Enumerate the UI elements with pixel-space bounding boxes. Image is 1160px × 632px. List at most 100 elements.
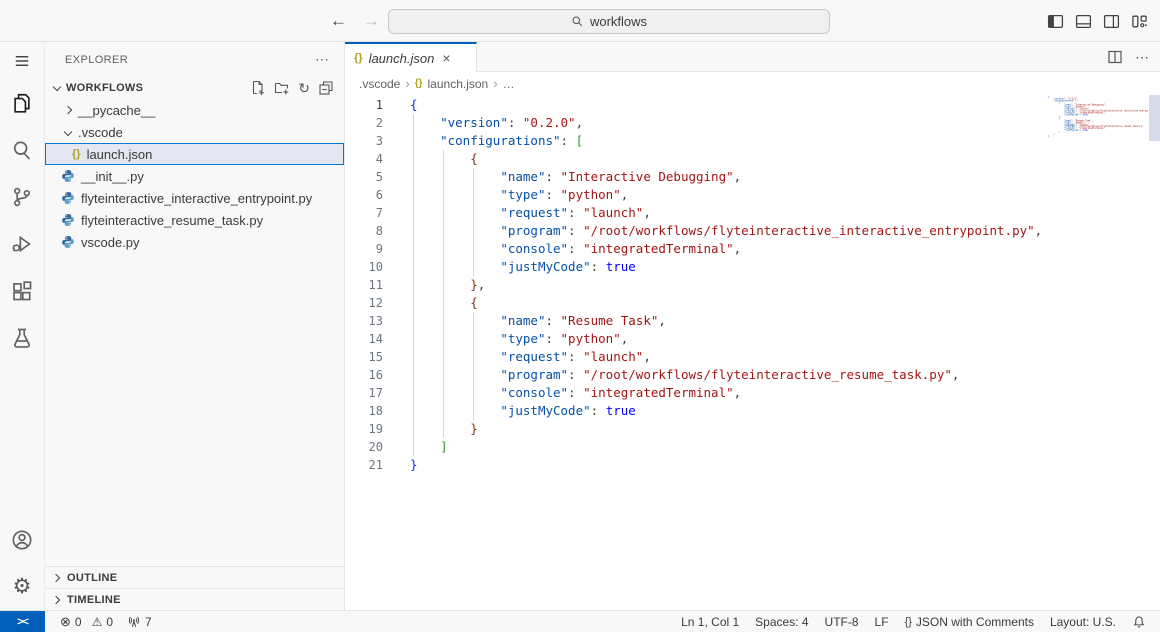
line-number[interactable]: 12 — [345, 294, 383, 312]
line-number[interactable]: 14 — [345, 330, 383, 348]
line-number[interactable]: 5 — [345, 168, 383, 186]
code-line[interactable]: 10 "justMyCode": true — [345, 258, 1160, 276]
breadcrumb-file[interactable]: launch.json — [428, 77, 489, 91]
line-content: "request": "launch", — [410, 204, 651, 222]
code-line[interactable]: 13 "name": "Resume Task", — [345, 312, 1160, 330]
code-line[interactable]: 1 { — [345, 96, 1160, 114]
tree-item[interactable]: flyteinteractive_interactive_entrypoint.… — [45, 187, 344, 209]
breadcrumb-folder[interactable]: .vscode — [359, 77, 400, 91]
warning-icon: ⚠ — [92, 615, 103, 629]
line-number[interactable]: 9 — [345, 240, 383, 258]
notifications-button[interactable] — [1124, 611, 1154, 632]
search-button[interactable] — [0, 126, 45, 173]
tree-item[interactable]: vscode.py — [45, 231, 344, 253]
refresh-icon[interactable]: ↻ — [298, 81, 310, 95]
code-line[interactable]: 3 "configurations": [ — [345, 132, 1160, 150]
line-number[interactable]: 19 — [345, 420, 383, 438]
line-number[interactable]: 17 — [345, 384, 383, 402]
code-line[interactable]: 17 "console": "integratedTerminal", — [345, 384, 1160, 402]
line-content: { — [410, 294, 478, 312]
run-and-debug-button[interactable] — [0, 220, 45, 267]
scrollbar-slider[interactable] — [1149, 95, 1160, 141]
code-line[interactable]: 14 "type": "python", — [345, 330, 1160, 348]
line-number[interactable]: 20 — [345, 438, 383, 456]
code-line[interactable]: 5 "name": "Interactive Debugging", — [345, 168, 1160, 186]
line-number[interactable]: 7 — [345, 204, 383, 222]
tab-launch-json[interactable]: {} launch.json × — [345, 42, 477, 72]
keyboard-layout-status[interactable]: Layout: U.S. — [1042, 611, 1124, 632]
accounts-button[interactable] — [0, 516, 45, 563]
workflows-section-header[interactable]: WORKFLOWS — [45, 77, 344, 99]
nav-back-button[interactable]: ← — [330, 11, 347, 31]
breadcrumb-symbol[interactable]: … — [503, 77, 515, 91]
menu-button[interactable] — [0, 42, 45, 79]
outline-section-header[interactable]: OUTLINE — [45, 566, 344, 588]
explorer-more-actions-button[interactable]: ⋯ — [315, 51, 330, 68]
minimap[interactable]: { "version": "0.2.0", "configurations": … — [1048, 96, 1148, 142]
extensions-button[interactable] — [0, 267, 45, 314]
remote-indicator[interactable]: >< — [0, 611, 45, 632]
settings-button[interactable]: ⚙ — [0, 563, 45, 610]
toggle-panel-icon[interactable] — [1075, 13, 1092, 30]
customize-layout-icon[interactable] — [1131, 13, 1148, 30]
line-number[interactable]: 16 — [345, 366, 383, 384]
line-content: ] — [410, 438, 448, 456]
code-editor[interactable]: 1 { 2 "version": "0.2.0", 3 "configurati… — [345, 95, 1160, 610]
new-folder-icon[interactable] — [274, 80, 290, 96]
explorer-button[interactable] — [0, 79, 45, 126]
line-number[interactable]: 8 — [345, 222, 383, 240]
new-file-icon[interactable] — [250, 80, 266, 96]
code-line[interactable]: 4 { — [345, 150, 1160, 168]
collapse-all-icon[interactable] — [318, 80, 334, 96]
toggle-primary-sidebar-icon[interactable] — [1047, 13, 1064, 30]
toggle-secondary-sidebar-icon[interactable] — [1103, 13, 1120, 30]
line-number[interactable]: 13 — [345, 312, 383, 330]
code-line[interactable]: 20 ] — [345, 438, 1160, 456]
tab-close-button[interactable]: × — [442, 50, 450, 66]
tree-item[interactable]: __init__.py — [45, 165, 344, 187]
cursor-position-status[interactable]: Ln 1, Col 1 — [673, 611, 747, 632]
code-line[interactable]: 2 "version": "0.2.0", — [345, 114, 1160, 132]
line-number[interactable]: 6 — [345, 186, 383, 204]
line-number[interactable]: 4 — [345, 150, 383, 168]
line-number[interactable]: 1 — [345, 96, 383, 114]
code-line[interactable]: 6 "type": "python", — [345, 186, 1160, 204]
tree-item[interactable]: {} launch.json — [45, 143, 344, 165]
editor-more-actions-button[interactable]: ⋯ — [1135, 49, 1150, 66]
command-center-search[interactable]: workflows — [388, 9, 830, 34]
braces-icon: {} — [905, 616, 912, 628]
encoding-status[interactable]: UTF-8 — [817, 611, 867, 632]
line-number[interactable]: 2 — [345, 114, 383, 132]
timeline-section-header[interactable]: TIMELINE — [45, 588, 344, 610]
tree-item[interactable]: .vscode — [45, 121, 344, 143]
language-mode-status[interactable]: {} JSON with Comments — [897, 611, 1042, 632]
problems-status[interactable]: ⊗ 0 ⚠ 0 — [53, 611, 120, 632]
line-number[interactable]: 15 — [345, 348, 383, 366]
indentation-status[interactable]: Spaces: 4 — [747, 611, 816, 632]
code-line[interactable]: 9 "console": "integratedTerminal", — [345, 240, 1160, 258]
testing-button[interactable] — [0, 314, 45, 361]
code-line[interactable]: 12 { — [345, 294, 1160, 312]
breadcrumb: .vscode › {} launch.json › … — [345, 72, 1160, 95]
line-number[interactable]: 18 — [345, 402, 383, 420]
source-control-button[interactable] — [0, 173, 45, 220]
line-number[interactable]: 3 — [345, 132, 383, 150]
code-line[interactable]: 7 "request": "launch", — [345, 204, 1160, 222]
tree-item[interactable]: __pycache__ — [45, 99, 344, 121]
code-line[interactable]: 16 "program": "/root/workflows/flyteinte… — [345, 366, 1160, 384]
code-line[interactable]: 11 }, — [345, 276, 1160, 294]
code-line[interactable]: 15 "request": "launch", — [345, 348, 1160, 366]
split-editor-icon[interactable] — [1107, 49, 1123, 65]
eol-status[interactable]: LF — [867, 611, 897, 632]
code-line[interactable]: 19 } — [345, 420, 1160, 438]
line-number[interactable]: 11 — [345, 276, 383, 294]
tree-label: __pycache__ — [78, 103, 155, 118]
code-line[interactable]: 18 "justMyCode": true — [345, 402, 1160, 420]
code-line[interactable]: 8 "program": "/root/workflows/flyteinter… — [345, 222, 1160, 240]
line-content: "justMyCode": true — [410, 402, 636, 420]
tree-item[interactable]: flyteinteractive_resume_task.py — [45, 209, 344, 231]
line-number[interactable]: 21 — [345, 456, 383, 474]
code-line[interactable]: 21 } — [345, 456, 1160, 474]
ports-status[interactable]: 7 — [120, 611, 159, 632]
line-number[interactable]: 10 — [345, 258, 383, 276]
